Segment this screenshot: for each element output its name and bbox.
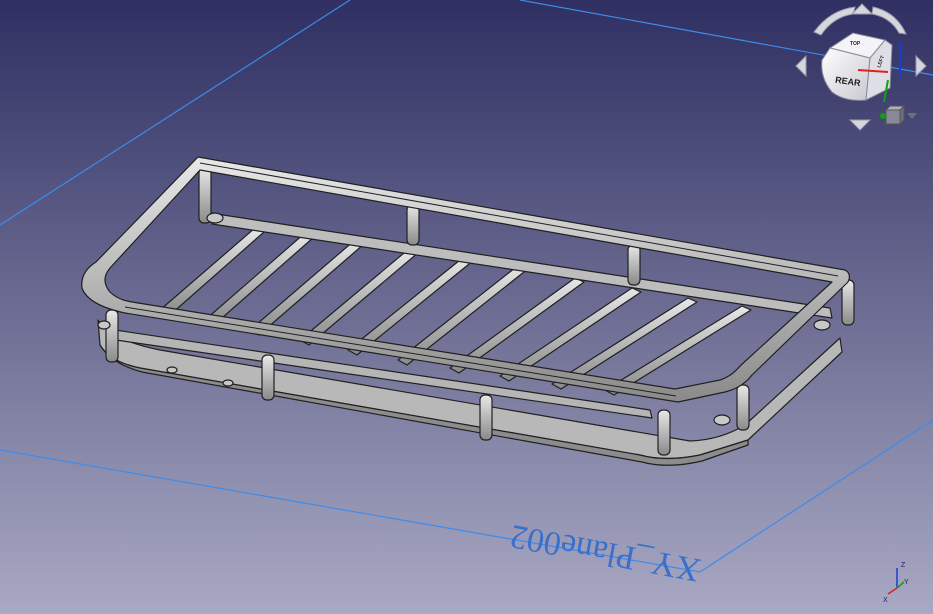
3d-viewport[interactable]: XY_Plane002 REAR TOP LEFT Z Y X <box>0 0 933 614</box>
axis-x-label: X <box>883 597 888 604</box>
scene-canvas[interactable]: XY_Plane002 REAR TOP LEFT Z Y X <box>0 0 933 614</box>
axis-z-label: Z <box>901 562 906 569</box>
axis-y-label: Y <box>904 579 909 586</box>
cube-top-label: TOP <box>850 41 861 47</box>
